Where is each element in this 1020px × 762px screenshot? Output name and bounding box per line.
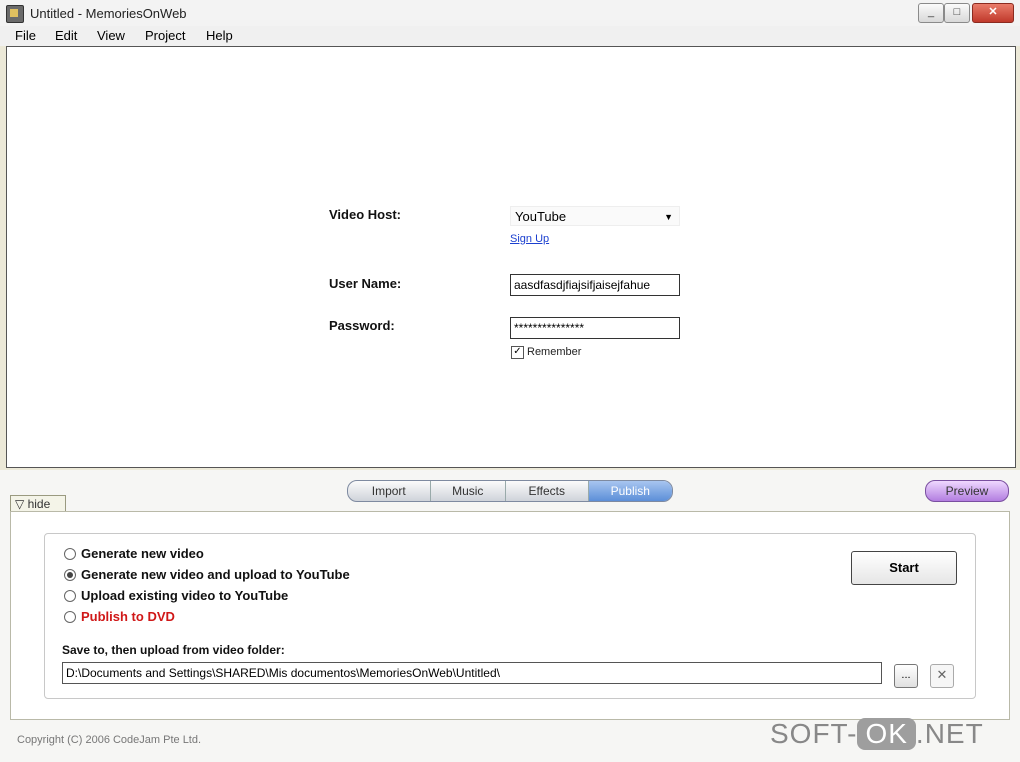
minimize-button[interactable]: _	[918, 3, 944, 23]
watermark-ok: OK	[857, 718, 916, 750]
password-label: Password:	[329, 318, 395, 333]
watermark-left: SOFT-	[770, 718, 858, 749]
main-panel	[6, 46, 1016, 468]
close-button[interactable]: ✕	[972, 3, 1014, 23]
maximize-button[interactable]: □	[944, 3, 970, 23]
video-host-value: YouTube	[515, 209, 567, 224]
preview-button[interactable]: Preview	[925, 480, 1009, 502]
window-title: Untitled - MemoriesOnWeb	[30, 6, 187, 21]
check-icon: ✓	[513, 346, 522, 357]
tab-effects[interactable]: Effects	[506, 481, 589, 501]
title-bar: Untitled - MemoriesOnWeb _ □ ✕	[0, 0, 1020, 27]
copyright-text: Copyright (C) 2006 CodeJam Pte Ltd.	[17, 734, 202, 746]
save-path-input[interactable]: D:\Documents and Settings\SHARED\Mis doc…	[62, 662, 882, 684]
username-input[interactable]: aasdfasdjfiajsifjaisejfahue	[510, 274, 680, 296]
watermark-right: .NET	[915, 718, 984, 749]
menu-bar: File Edit View Project Help	[0, 26, 1020, 46]
clear-path-button[interactable]: ✕	[930, 664, 954, 688]
remember-checkbox[interactable]: ✓	[511, 346, 524, 359]
menu-view[interactable]: View	[97, 26, 125, 46]
option-upload-existing-label: Upload existing video to YouTube	[81, 588, 289, 603]
option-generate-upload-label: Generate new video and upload to YouTube	[81, 567, 350, 582]
radio-publish-dvd[interactable]	[64, 611, 76, 623]
radio-generate-new[interactable]	[64, 548, 76, 560]
save-folder-label: Save to, then upload from video folder:	[62, 643, 285, 657]
start-button[interactable]: Start	[851, 551, 957, 585]
menu-edit[interactable]: Edit	[55, 26, 77, 46]
radio-generate-upload[interactable]	[64, 569, 76, 581]
tab-publish[interactable]: Publish	[588, 481, 672, 501]
hide-toggle[interactable]: ▽ hide	[10, 495, 66, 511]
radio-upload-existing[interactable]	[64, 590, 76, 602]
browse-button[interactable]: ...	[894, 664, 918, 688]
option-generate-new-label: Generate new video	[81, 546, 204, 561]
watermark: SOFT- OK .NET	[770, 718, 984, 750]
menu-file[interactable]: File	[15, 26, 36, 46]
menu-project[interactable]: Project	[145, 26, 185, 46]
chevron-down-icon: ▼	[664, 212, 673, 222]
video-host-select[interactable]: YouTube ▼	[510, 206, 680, 226]
remember-label: Remember	[527, 346, 582, 358]
tab-bar: Import Music Effects Publish	[347, 480, 673, 502]
username-label: User Name:	[329, 276, 402, 291]
option-publish-dvd-label: Publish to DVD	[81, 609, 175, 624]
video-host-label: Video Host:	[329, 207, 401, 222]
password-input[interactable]: ***************	[510, 317, 680, 339]
menu-help[interactable]: Help	[206, 26, 233, 46]
app-icon	[6, 5, 24, 23]
tab-music[interactable]: Music	[431, 481, 507, 501]
tab-import[interactable]: Import	[348, 481, 431, 501]
sign-up-link[interactable]: Sign Up	[510, 233, 549, 245]
